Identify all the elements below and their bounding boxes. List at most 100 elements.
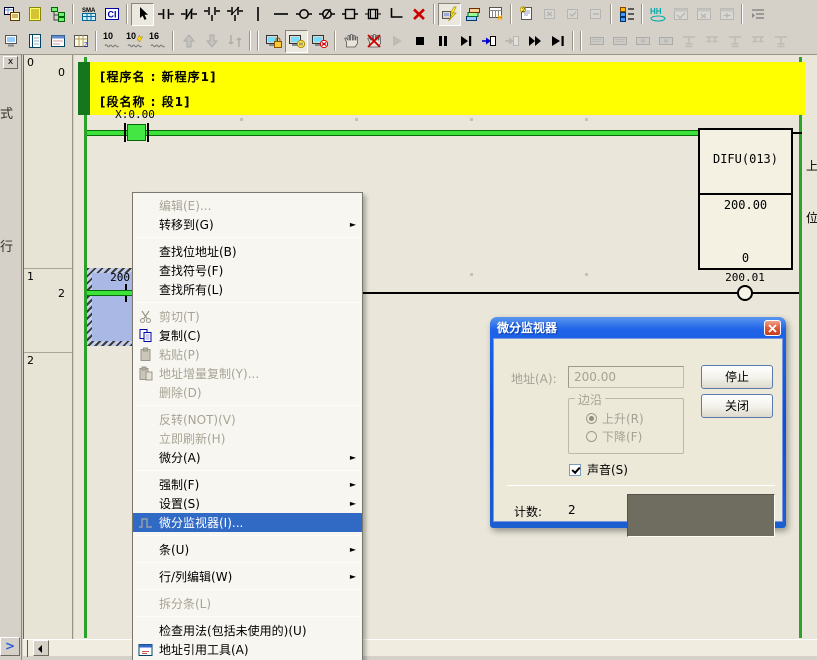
swap-reference-icon[interactable]: [223, 30, 246, 53]
ladder-view-icon[interactable]: [0, 3, 23, 26]
vertical-branch-icon[interactable]: [384, 3, 407, 26]
output-coil[interactable]: [737, 285, 753, 301]
dialog-titlebar[interactable]: 微分监视器: [493, 317, 783, 338]
section-tree-icon[interactable]: [46, 3, 69, 26]
right-bus-bar: [799, 57, 802, 638]
transfer-to-plc-icon[interactable]: [484, 3, 507, 26]
sound-checkbox[interactable]: [569, 464, 581, 476]
or-contact-icon[interactable]: [200, 3, 223, 26]
window-tool-1-icon[interactable]: [669, 3, 692, 26]
menu-item-label: 地址增量复制(Y)...: [159, 365, 259, 382]
panel-close-button[interactable]: x: [3, 56, 18, 69]
context-menu-item: 立即刷新(H): [133, 429, 362, 448]
run-icon[interactable]: [385, 30, 408, 53]
dialog-close-icon[interactable]: [764, 320, 781, 336]
continuous-step-icon[interactable]: [523, 30, 546, 53]
monitor-hex-icon[interactable]: 16: [146, 30, 169, 53]
context-menu-item[interactable]: 查找符号(F): [133, 261, 362, 280]
context-menu-item[interactable]: 转移到(G)►: [133, 215, 362, 234]
new-coil-icon[interactable]: [292, 3, 315, 26]
menu-separator: [135, 237, 360, 238]
new-closed-contact-icon[interactable]: [177, 3, 200, 26]
grayed-tool-6-icon[interactable]: [700, 30, 723, 53]
context-menu-item[interactable]: 条(U)►: [133, 540, 362, 559]
or-closed-contact-icon[interactable]: [223, 3, 246, 26]
stop-monitor-icon[interactable]: [308, 30, 331, 53]
mnemonics-view-icon[interactable]: [23, 3, 46, 26]
step-into-icon[interactable]: [477, 30, 500, 53]
close-button[interactable]: 关闭: [701, 394, 773, 418]
window-tool-3-icon[interactable]: [715, 3, 738, 26]
io-comment-icon[interactable]: CI: [100, 3, 123, 26]
context-menu-item[interactable]: 强制(F)►: [133, 475, 362, 494]
send-online-edit-icon[interactable]: [561, 3, 584, 26]
comment-fragment: 上: [806, 157, 817, 174]
panel-expand-button[interactable]: >: [0, 637, 20, 656]
window-tool-2-icon[interactable]: [692, 3, 715, 26]
grayed-tool-1-icon[interactable]: [585, 30, 608, 53]
horizontal-line-icon[interactable]: [269, 3, 292, 26]
monitor-decimal-icon[interactable]: 10: [100, 30, 123, 53]
grayed-tool-8-icon[interactable]: [746, 30, 769, 53]
grayed-tool-4-icon[interactable]: [654, 30, 677, 53]
go-previous-icon[interactable]: [177, 30, 200, 53]
context-menu-item[interactable]: 行/列编辑(W)►: [133, 567, 362, 586]
step-out-icon[interactable]: [500, 30, 523, 53]
difu-instruction-block[interactable]: DIFU(013) 200.00 0: [698, 128, 793, 270]
online-edit-icon[interactable]: 2: [515, 3, 538, 26]
cancel-online-edit-icon[interactable]: [538, 3, 561, 26]
symbol-table-icon[interactable]: SMA: [77, 3, 100, 26]
force-on-icon[interactable]: [339, 30, 362, 53]
monitor-mode-icon[interactable]: [262, 30, 285, 53]
watch-window-icon[interactable]: [23, 30, 46, 53]
scan-run-icon[interactable]: [546, 30, 569, 53]
select-tool-icon[interactable]: [131, 3, 154, 26]
step-run-icon[interactable]: [454, 30, 477, 53]
vertical-line-icon[interactable]: [246, 3, 269, 26]
go-next-icon[interactable]: [200, 30, 223, 53]
pause-icon[interactable]: [431, 30, 454, 53]
instruction-variant-icon[interactable]: [361, 3, 384, 26]
io-table-icon[interactable]: 2: [69, 30, 92, 53]
grayed-tool-9-icon[interactable]: [769, 30, 792, 53]
work-online-icon[interactable]: [438, 3, 461, 26]
output-window-icon[interactable]: [46, 30, 69, 53]
new-contact-icon[interactable]: [154, 3, 177, 26]
context-menu-item[interactable]: 检查用法(包括未使用的)(U): [133, 621, 362, 640]
menu-separator: [135, 470, 360, 471]
grayed-tool-3-icon[interactable]: [631, 30, 654, 53]
context-menu-item[interactable]: 地址引用工具(A): [133, 640, 362, 659]
menu-item-label: 反转(NOT)(V): [159, 411, 236, 428]
monitor-signed-decimal-icon[interactable]: 10: [123, 30, 146, 53]
new-instruction-icon[interactable]: [338, 3, 361, 26]
grayed-tool-7-icon[interactable]: [723, 30, 746, 53]
force-cancel-icon[interactable]: [362, 30, 385, 53]
context-menu-item[interactable]: 查找位地址(B): [133, 242, 362, 261]
toggle-views-icon[interactable]: [0, 30, 23, 53]
delete-icon[interactable]: [407, 3, 430, 26]
context-menu-item[interactable]: 查找所有(L): [133, 280, 362, 299]
context-menu-item[interactable]: 微分(A)►: [133, 448, 362, 467]
program-block-list-icon[interactable]: [615, 3, 638, 26]
energized-contact[interactable]: [127, 124, 146, 141]
release-online-edit-icon[interactable]: [584, 3, 607, 26]
submenu-arrow-icon: ►: [350, 499, 356, 508]
toolbar-row-1: SMACI 2 HH: [0, 0, 817, 28]
compare-with-plc-icon[interactable]: HH: [646, 3, 669, 26]
toolbar-separator: [572, 31, 574, 51]
menu-item-label: 编辑(E)...: [159, 197, 211, 214]
compile-program-icon[interactable]: [461, 3, 484, 26]
context-menu-item[interactable]: 设置(S)►: [133, 494, 362, 513]
grayed-tool-2-icon[interactable]: [608, 30, 631, 53]
stop-button[interactable]: 停止: [701, 365, 773, 389]
context-menu-item[interactable]: 复制(C): [133, 326, 362, 345]
context-menu-item[interactable]: 微分监视器(I)...: [133, 513, 362, 532]
grayed-tool-5-icon[interactable]: [677, 30, 700, 53]
new-closed-coil-icon[interactable]: [315, 3, 338, 26]
stop-icon[interactable]: [408, 30, 431, 53]
cut-off-right-icon[interactable]: [746, 3, 769, 26]
scroll-left-icon[interactable]: [33, 640, 49, 656]
pause-monitor-icon[interactable]: [285, 30, 308, 53]
menu-item-label: 拆分条(L): [159, 595, 211, 612]
dialog-separator: [507, 485, 775, 486]
